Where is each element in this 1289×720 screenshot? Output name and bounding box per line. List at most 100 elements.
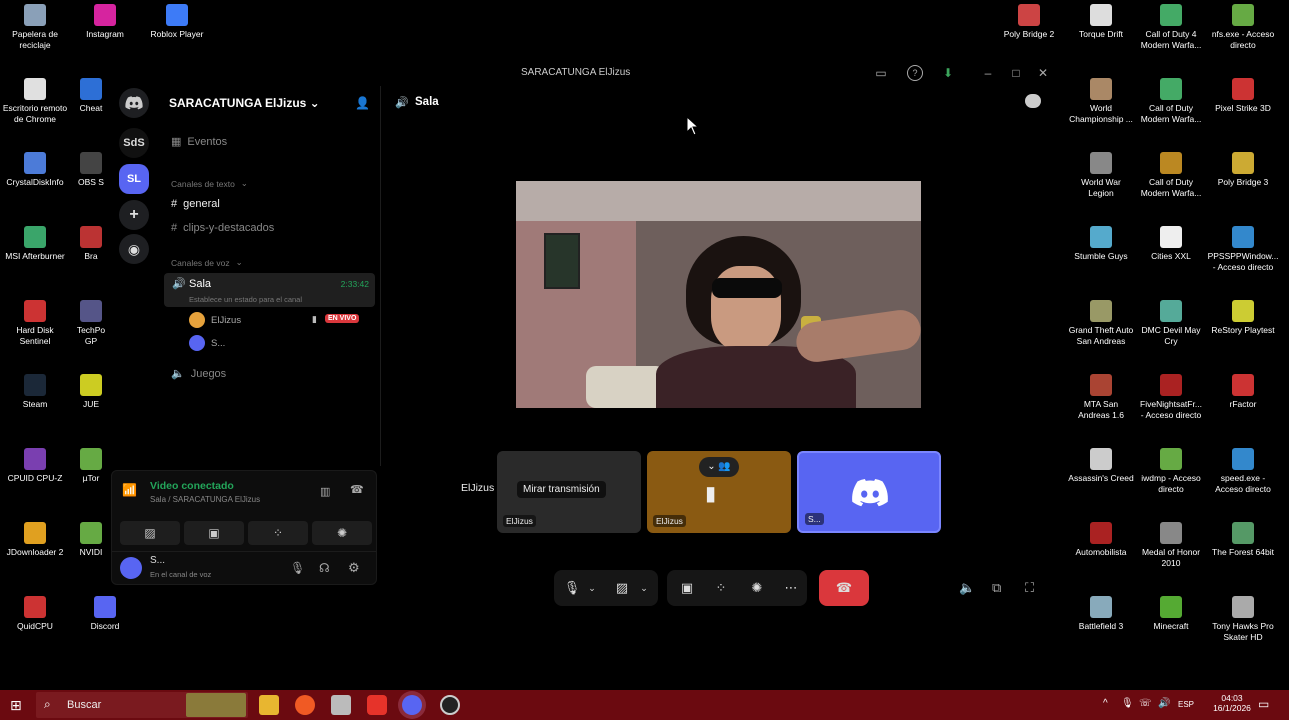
desktop-icon-discord[interactable]: Discord (70, 596, 140, 632)
network-icon[interactable]: ☏ (1139, 698, 1152, 709)
search-box[interactable]: ⌕ Buscar (36, 692, 248, 718)
notification-icon[interactable]: ▭ (1258, 697, 1269, 711)
popout-menu[interactable]: ⌄ 👥 (699, 457, 739, 477)
desktop-icon-gta[interactable]: Grand Theft Auto San Andreas (1066, 300, 1136, 347)
desktop-icon-mta[interactable]: MTA San Andreas 1.6 (1066, 374, 1136, 421)
desktop-icon-speed[interactable]: speed.exe - Acceso directo (1208, 448, 1278, 495)
recorder-icon[interactable] (367, 695, 387, 715)
activities-button[interactable]: ⁘ (248, 521, 308, 545)
voice-category[interactable]: Canales de voz ⌄ (171, 257, 243, 268)
desktop-icon-torque[interactable]: Torque Drift (1066, 4, 1136, 40)
member-s[interactable]: S... (189, 335, 225, 351)
desktop-icon-ppsspp[interactable]: PPSSPPWindow... - Acceso directo (1208, 226, 1278, 273)
chevron-down-icon[interactable]: ⌄ (582, 578, 602, 598)
minimize-button[interactable]: – (980, 65, 996, 81)
desktop-icon-ac[interactable]: Assassin's Creed (1066, 448, 1136, 484)
server-sl[interactable]: SL (119, 164, 149, 194)
user-avatar[interactable] (120, 557, 142, 579)
mic-icon[interactable]: 🎙 (290, 561, 305, 575)
camera-tile[interactable]: ⌄ 👥 ▮ ElJizus (647, 451, 791, 533)
mic-icon[interactable]: 🎙 (562, 578, 582, 598)
volume-icon[interactable]: 🔈 (959, 580, 975, 596)
camera-off-icon[interactable]: ▨ (612, 578, 632, 598)
desktop-icon-rfactor[interactable]: rFactor (1208, 374, 1278, 410)
add-server-icon[interactable]: + (119, 200, 149, 230)
maximize-button[interactable]: □ (1008, 65, 1024, 81)
file-explorer-icon[interactable] (259, 695, 279, 715)
desktop-icon-moh[interactable]: Medal of Honor 2010 (1136, 522, 1206, 569)
watch-stream-button[interactable]: Mirar transmisión (517, 481, 606, 498)
chevron-down-icon[interactable]: ⌄ (634, 578, 654, 598)
settings-icon[interactable]: ⚙ (348, 560, 360, 576)
member-eljizus[interactable]: ElJizus (189, 312, 241, 328)
noise-icon[interactable]: ▥ (320, 485, 330, 498)
desktop-icon-cities[interactable]: Cities XXL (1136, 226, 1206, 262)
brave-icon[interactable] (295, 695, 315, 715)
voice-location[interactable]: Sala / SARACATUNGA ElJizus (150, 495, 260, 504)
desktop-icon-pb3[interactable]: Poly Bridge 3 (1208, 152, 1278, 188)
disconnect-icon[interactable]: ☎ (350, 483, 364, 496)
desktop-icon-fnaf[interactable]: FiveNightsatFr... - Acceso directo (1136, 374, 1206, 421)
status-hint[interactable]: Establece un estado para el canal (189, 295, 302, 304)
headphones-icon[interactable]: ☊ (319, 561, 330, 575)
speedometer-icon[interactable] (440, 695, 460, 715)
desktop-icon-wwl[interactable]: World War Legion (1066, 152, 1136, 199)
download-icon[interactable]: ⬇ (940, 65, 956, 81)
desktop-icon-automob[interactable]: Automobilista (1066, 522, 1136, 558)
stream-tile[interactable]: Mirar transmisión ElJizus (497, 451, 641, 533)
chat-icon[interactable] (1025, 94, 1041, 108)
server-name[interactable]: SARACATUNGA ElJizus ⌄ (169, 96, 320, 110)
explore-icon[interactable]: ◉ (119, 234, 149, 264)
channel-general[interactable]: # general (171, 198, 220, 210)
app-icon[interactable] (331, 695, 351, 715)
more-icon[interactable]: ⋯ (781, 578, 801, 598)
fullscreen-icon[interactable]: ⛶ (1025, 580, 1034, 596)
desktop-icon-quidcpu[interactable]: QuidCPU (0, 596, 70, 632)
share-screen-button[interactable]: ▣ (184, 521, 244, 545)
server-sds[interactable]: SdS (119, 128, 149, 158)
desktop-icon-pb2[interactable]: Poly Bridge 2 (994, 4, 1064, 40)
voice-connected-label[interactable]: Video conectado (150, 480, 234, 492)
desktop-icon-forest[interactable]: The Forest 64bit (1208, 522, 1278, 558)
hang-up-button[interactable]: ☎ (819, 570, 869, 606)
desktop-icon-cod4[interactable]: Call of Duty 4 Modern Warfa... (1136, 4, 1206, 51)
channel-clips[interactable]: # clips-y-destacados (171, 222, 274, 234)
desktop-icon-pixel[interactable]: Pixel Strike 3D (1208, 78, 1278, 114)
clock[interactable]: 04:03 16/1/2026 (1208, 693, 1256, 713)
discord-taskbar-icon[interactable] (402, 695, 422, 715)
windows-start-icon[interactable]: ⊞ (10, 697, 22, 714)
activities-icon[interactable]: ⁘ (711, 578, 731, 598)
desktop-icon-wcr[interactable]: World Championship ... (1066, 78, 1136, 125)
desktop-icon-thps[interactable]: Tony Hawks Pro Skater HD (1208, 596, 1278, 643)
language-indicator[interactable]: ESP (1178, 700, 1194, 709)
toggle-camera-button[interactable]: ▨ (120, 521, 180, 545)
desktop-icon-instagram[interactable]: Instagram (70, 4, 140, 40)
events-item[interactable]: ▦ Eventos (171, 135, 227, 149)
desktop-icon-bf3[interactable]: Battlefield 3 (1066, 596, 1136, 632)
desktop-icon-dmc[interactable]: DMC Devil May Cry (1136, 300, 1206, 347)
desktop-icon-nfs[interactable]: nfs.exe - Acceso directo (1208, 4, 1278, 51)
voice-channel-sala[interactable]: 🔊 Sala 2:33:42 Establece un estado para … (164, 273, 375, 307)
desktop-icon-recycle[interactable]: Papelera de reciclaje (0, 4, 70, 51)
voice-channel-juegos[interactable]: 🔈 Juegos (171, 367, 226, 381)
desktop-icon-roblox[interactable]: Roblox Player (142, 4, 212, 40)
popout-icon[interactable]: ⧉ (992, 580, 1001, 596)
mic-tray-icon[interactable]: 🎙 (1121, 698, 1134, 709)
desktop-icon-stumble[interactable]: Stumble Guys (1066, 226, 1136, 262)
desktop-icon-codmw2[interactable]: Call of Duty Modern Warfa... (1136, 152, 1206, 199)
text-category[interactable]: Canales de texto ⌄ (171, 178, 248, 189)
main-video[interactable] (516, 181, 921, 408)
share-screen-icon[interactable]: ▣ (677, 578, 697, 598)
tray-chevron-icon[interactable]: ^ (1103, 698, 1108, 709)
discord-home-icon[interactable] (119, 88, 149, 118)
desktop-icon-codmw[interactable]: Call of Duty Modern Warfa... (1136, 78, 1206, 125)
soundboard-button[interactable]: ✺ (312, 521, 372, 545)
close-button[interactable]: ✕ (1035, 65, 1051, 81)
help-icon[interactable]: ? (907, 65, 923, 81)
invite-icon[interactable]: 👤 (355, 96, 370, 110)
volume-tray-icon[interactable]: 🔊 (1158, 698, 1170, 709)
soundboard-icon[interactable]: ✺ (747, 578, 767, 598)
desktop-icon-restory[interactable]: ReStory Playtest (1208, 300, 1278, 336)
user-tile[interactable]: S... (797, 451, 941, 533)
desktop-icon-minecraft[interactable]: Minecraft (1136, 596, 1206, 632)
